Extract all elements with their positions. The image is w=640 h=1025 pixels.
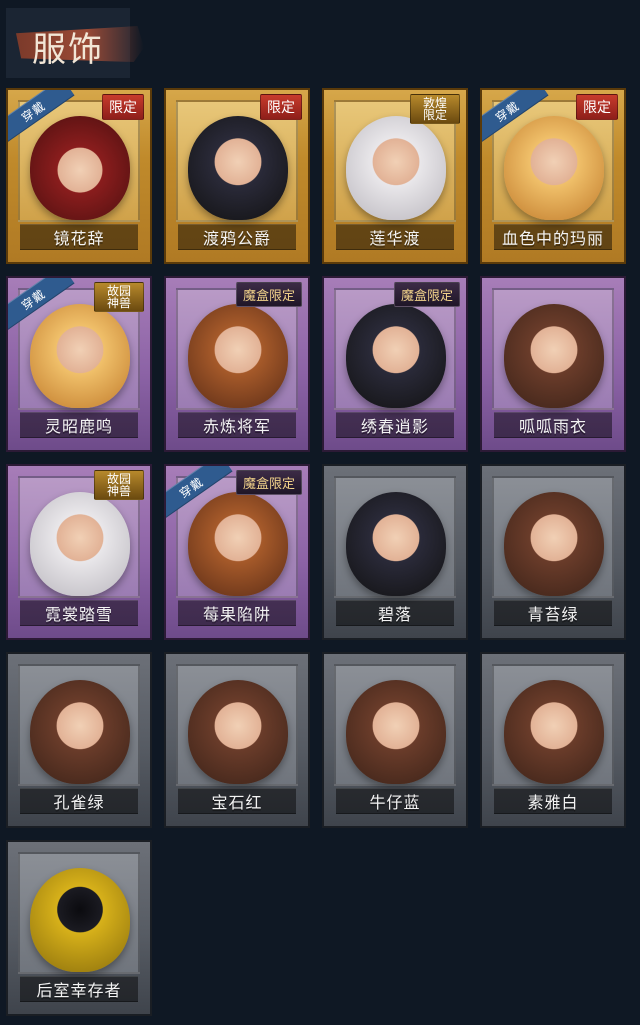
outfit-name-bar: 血色中的玛丽 (494, 224, 612, 250)
outfit-portrait (346, 116, 446, 220)
outfit-portrait (30, 304, 130, 408)
outfit-card[interactable]: 牛仔蓝 (322, 652, 468, 828)
outfit-card[interactable]: 碧落 (322, 464, 468, 640)
outfit-name-bar: 宝石红 (178, 788, 296, 814)
rarity-badge: 限定 (102, 94, 144, 120)
outfit-card[interactable]: 素雅白 (480, 652, 626, 828)
outfit-name-bar: 灵昭鹿鸣 (20, 412, 138, 438)
outfit-card[interactable]: 敦煌 限定莲华渡 (322, 88, 468, 264)
rarity-badge: 魔盒限定 (393, 282, 460, 307)
outfit-card[interactable]: 孔雀绿 (6, 652, 152, 828)
outfit-name-bar: 霓裳踏雪 (20, 600, 138, 626)
outfit-name: 后室幸存者 (36, 981, 122, 1000)
outfit-portrait (30, 116, 130, 220)
outfit-card[interactable]: 魔盒限定赤炼将军 (164, 276, 310, 452)
outfit-card[interactable]: 穿戴 限定 镜花辞 (6, 88, 152, 264)
outfit-portrait (30, 868, 130, 972)
outfit-name-bar: 渡鸦公爵 (178, 224, 296, 250)
outfit-name-bar: 孔雀绿 (20, 788, 138, 814)
outfit-name-bar: 镜花辞 (20, 224, 138, 250)
outfit-card[interactable]: 青苔绿 (480, 464, 626, 640)
rarity-badge: 故园 神兽 (94, 282, 144, 312)
outfit-card[interactable]: 宝石红 (164, 652, 310, 828)
outfit-portrait (346, 492, 446, 596)
outfit-card[interactable]: 魔盒限定绣春逍影 (322, 276, 468, 452)
rarity-badge: 限定 (576, 94, 618, 120)
outfit-card[interactable]: 故园 神兽霓裳踏雪 (6, 464, 152, 640)
rarity-badge: 故园 神兽 (94, 470, 144, 500)
outfit-name: 呱呱雨衣 (518, 417, 587, 436)
outfit-name: 青苔绿 (527, 605, 579, 624)
outfit-card[interactable]: 穿戴 故园 神兽 灵昭鹿鸣 (6, 276, 152, 452)
outfit-name: 灵昭鹿鸣 (44, 417, 113, 436)
outfit-card[interactable]: 穿戴 限定 血色中的玛丽 (480, 88, 626, 264)
outfit-name-bar: 绣春逍影 (336, 412, 454, 438)
outfit-portrait (30, 680, 130, 784)
outfit-name-bar: 莲华渡 (336, 224, 454, 250)
outfit-card[interactable]: 呱呱雨衣 (480, 276, 626, 452)
outfit-name: 镜花辞 (53, 229, 105, 248)
outfit-name: 孔雀绿 (53, 793, 105, 812)
outfit-portrait (504, 492, 604, 596)
outfit-name-bar: 后室幸存者 (20, 976, 138, 1002)
outfit-name-bar: 牛仔蓝 (336, 788, 454, 814)
outfit-name-bar: 碧落 (336, 600, 454, 626)
outfit-name-bar: 青苔绿 (494, 600, 612, 626)
outfit-portrait (346, 680, 446, 784)
outfit-card[interactable]: 限定渡鸦公爵 (164, 88, 310, 264)
outfit-name: 霓裳踏雪 (44, 605, 113, 624)
outfit-name: 素雅白 (527, 793, 579, 812)
outfit-portrait (504, 304, 604, 408)
outfit-name: 碧落 (377, 605, 412, 624)
outfit-card[interactable]: 后室幸存者 (6, 840, 152, 1016)
outfit-portrait (346, 304, 446, 408)
outfit-name: 宝石红 (211, 793, 263, 812)
outfit-portrait (188, 492, 288, 596)
outfit-portrait (504, 680, 604, 784)
outfit-name: 莲华渡 (369, 229, 421, 248)
outfit-name: 渡鸦公爵 (202, 229, 271, 248)
outfit-name: 血色中的玛丽 (501, 229, 604, 248)
outfit-portrait (188, 116, 288, 220)
outfit-name-bar: 莓果陷阱 (178, 600, 296, 626)
outfit-portrait (504, 116, 604, 220)
rarity-badge: 魔盒限定 (235, 282, 302, 307)
outfit-portrait (188, 304, 288, 408)
rarity-badge: 限定 (260, 94, 302, 120)
outfit-portrait (30, 492, 130, 596)
rarity-badge: 魔盒限定 (235, 470, 302, 495)
outfit-card[interactable]: 穿戴 魔盒限定 莓果陷阱 (164, 464, 310, 640)
outfit-portrait (188, 680, 288, 784)
outfit-name: 绣春逍影 (360, 417, 429, 436)
outfit-grid: 穿戴 限定 镜花辞 限定 渡鸦公爵 敦煌 限定 莲华渡 穿戴 限定 血色中的玛丽 穿戴 故园 神兽 灵昭… (0, 0, 640, 1025)
outfit-name: 牛仔蓝 (369, 793, 421, 812)
outfit-name: 莓果陷阱 (202, 605, 271, 624)
outfit-name-bar: 素雅白 (494, 788, 612, 814)
outfit-name: 赤炼将军 (202, 417, 271, 436)
outfit-name-bar: 赤炼将军 (178, 412, 296, 438)
rarity-badge: 敦煌 限定 (410, 94, 460, 124)
outfit-name-bar: 呱呱雨衣 (494, 412, 612, 438)
